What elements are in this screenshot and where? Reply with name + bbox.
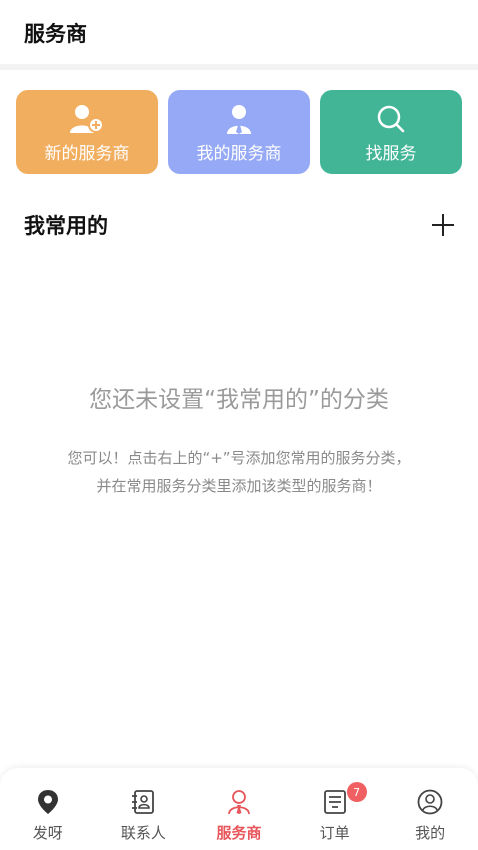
plus-icon [432,214,454,236]
tab-contacts-label: 联系人 [120,824,166,842]
empty-state: 您还未设置“我常用的”的分类 您可以！点击右上的“+”号添加您常用的服务分类， … [0,380,478,500]
user-tie-icon [221,101,257,137]
empty-state-hint: 您可以！点击右上的“+”号添加您常用的服务分类， 并在常用服务分类里添加该类型的… [0,444,478,500]
empty-state-hint-line2: 并在常用服务分类里添加该类型的服务商！ [96,477,382,495]
tab-faya[interactable]: 发呀 [0,768,96,850]
contacts-book-icon [129,788,157,816]
empty-state-message: 您还未设置“我常用的”的分类 [89,387,389,413]
page-title: 服务商 [24,22,87,46]
favorites-header: 我常用的 [0,210,478,240]
provider-person-icon [225,788,253,816]
tab-providers-label: 服务商 [216,824,262,842]
find-service-button[interactable]: 找服务 [320,90,462,174]
location-pin-icon [34,788,62,816]
header-divider [0,64,478,70]
tab-faya-label: 发呀 [32,824,63,842]
my-provider-button[interactable]: 我的服务商 [168,90,310,174]
tab-providers[interactable]: 服务商 [191,768,287,850]
tab-me[interactable]: 我的 [382,768,478,850]
new-provider-button[interactable]: 新的服务商 [16,90,158,174]
find-service-label: 找服务 [365,143,417,164]
tab-contacts[interactable]: 联系人 [96,768,192,850]
quick-actions: 新的服务商 我的服务商 找服务 [0,90,478,174]
add-category-button[interactable] [430,212,456,238]
bottom-tab-bar: 发呀 联系人 服务商 7 订单 我的 [0,768,478,850]
my-provider-label: 我的服务商 [196,143,282,164]
tab-orders[interactable]: 7 订单 [287,768,383,850]
favorites-title: 我常用的 [24,214,108,238]
tab-orders-label: 订单 [319,824,350,842]
order-list-icon [321,788,349,816]
search-icon [373,101,409,137]
orders-badge: 7 [346,782,367,802]
add-user-icon [69,101,105,137]
header: 服务商 [0,0,478,64]
tab-me-label: 我的 [415,824,446,842]
new-provider-label: 新的服务商 [44,143,130,164]
profile-icon [416,788,444,816]
empty-state-hint-line1: 您可以！点击右上的“+”号添加您常用的服务分类， [67,449,411,467]
